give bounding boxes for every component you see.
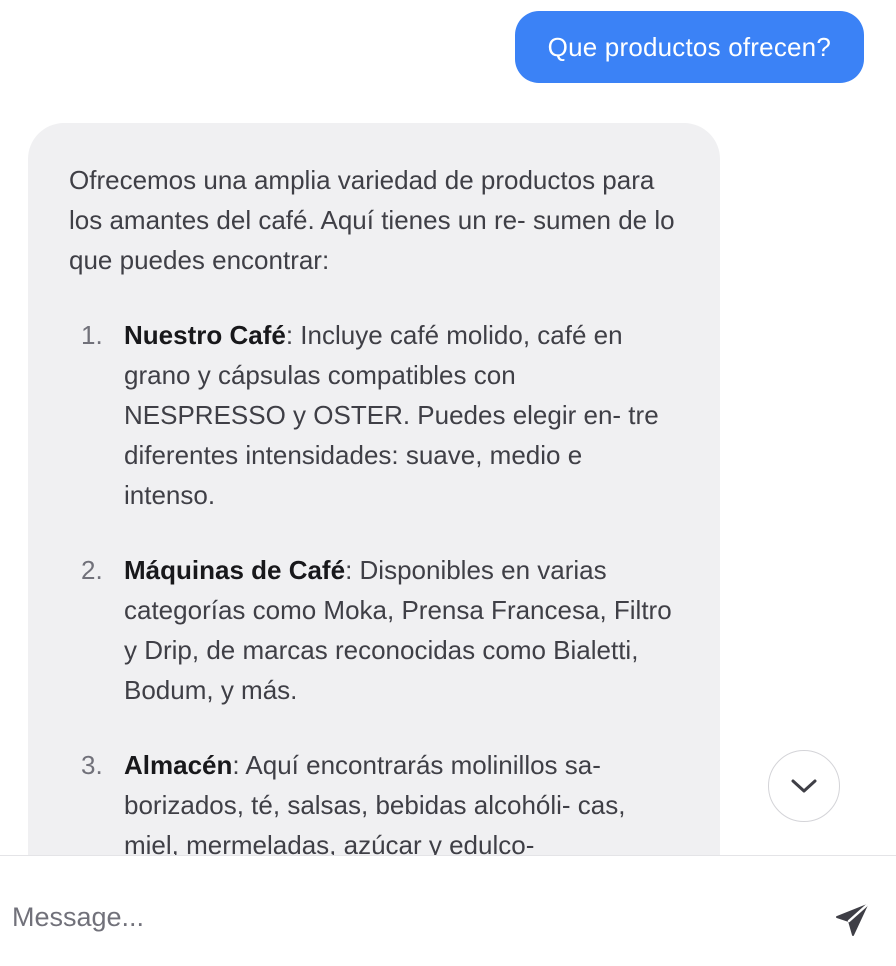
message-input[interactable] — [12, 896, 802, 938]
list-item: 1. Nuestro Café: Incluye café molido, ca… — [69, 315, 680, 515]
list-item-title: Nuestro Café — [124, 320, 286, 350]
chevron-down-icon — [791, 779, 817, 793]
list-item-number: 2. — [81, 555, 103, 585]
list-item: 2. Máquinas de Café: Disponibles en vari… — [69, 550, 680, 710]
list-item-number: 3. — [81, 750, 103, 780]
list-item-title: Máquinas de Café — [124, 555, 346, 585]
product-list: 1. Nuestro Café: Incluye café molido, ca… — [69, 315, 680, 855]
scroll-down-button[interactable] — [768, 750, 840, 822]
send-button[interactable] — [832, 900, 872, 940]
send-icon — [836, 903, 869, 936]
list-item-title: Almacén — [124, 750, 233, 780]
list-item: 3. Almacén: Aquí encontrarás molinillos … — [69, 745, 680, 855]
message-composer — [0, 855, 896, 966]
list-item-number: 1. — [81, 320, 103, 350]
bot-message-intro: Ofrecemos una amplia variedad de product… — [69, 165, 675, 275]
bot-message-bubble: Ofrecemos una amplia variedad de product… — [28, 123, 720, 855]
user-message-bubble: Que productos ofrecen? — [514, 11, 864, 83]
chat-area: Que productos ofrecen? Ofrecemos una amp… — [0, 0, 896, 855]
